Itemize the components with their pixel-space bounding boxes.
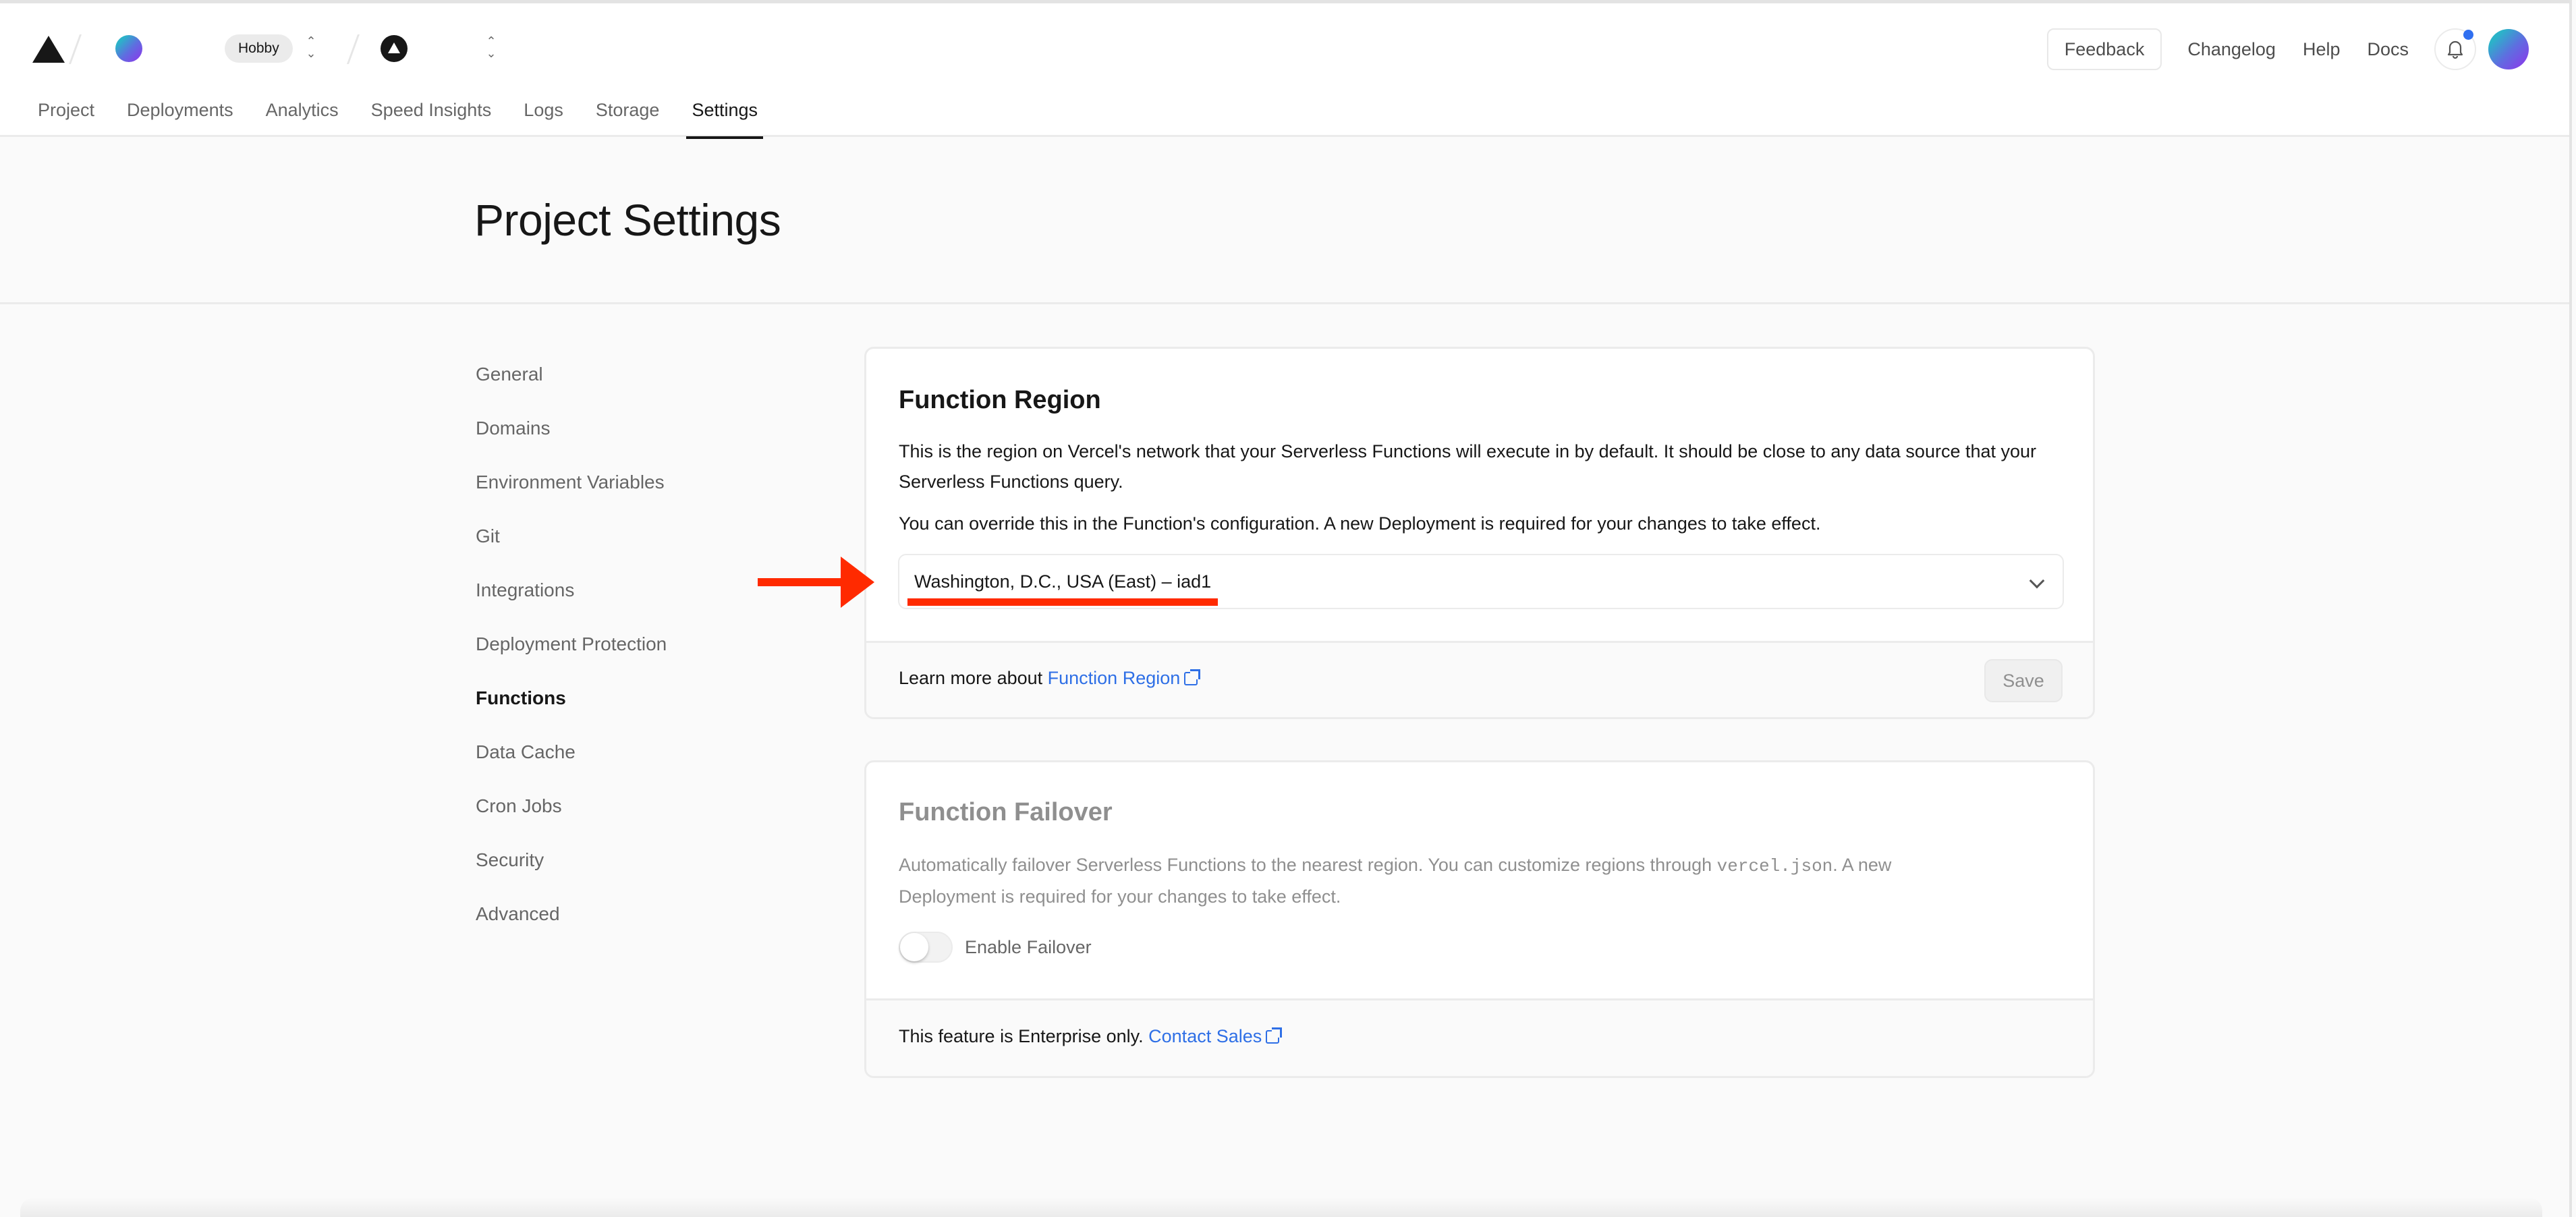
chevron-down-icon [2029, 573, 2045, 589]
tab-speed-insights[interactable]: Speed Insights [371, 92, 492, 138]
top-header: Hobby ⌃ ⌄ ⌃ ⌄ Feedback Changelog Help Docs… [0, 3, 2569, 140]
function-failover-footer: This feature is Enterprise only. Contact… [866, 998, 2093, 1076]
sidebar-item-integrations[interactable]: Integrations [476, 577, 800, 631]
external-link-icon [1266, 1027, 1283, 1044]
function-region-override-note: You can override this in the Function's … [899, 513, 1821, 534]
settings-sidebar: General Domains Environment Variables Gi… [476, 361, 800, 955]
tab-logs[interactable]: Logs [524, 92, 563, 138]
sidebar-item-general[interactable]: General [476, 361, 800, 415]
project-icon[interactable] [381, 35, 408, 62]
tab-analytics[interactable]: Analytics [266, 92, 339, 138]
team-avatar[interactable] [115, 35, 142, 62]
project-switcher-chevrons-icon[interactable]: ⌃ ⌄ [484, 35, 498, 62]
function-region-description: This is the region on Vercel's network t… [899, 441, 2037, 492]
docs-link[interactable]: Docs [2367, 39, 2409, 60]
enterprise-only-prefix: This feature is Enterprise only. [899, 1026, 1149, 1046]
contact-sales-link[interactable]: Contact Sales [1148, 1026, 1283, 1046]
vercel-json-code: vercel.json [1716, 856, 1833, 876]
sidebar-item-cron-jobs[interactable]: Cron Jobs [476, 793, 800, 847]
feedback-button[interactable]: Feedback [2046, 28, 2162, 70]
unread-indicator [2463, 30, 2473, 40]
annotation-arrow-icon [841, 557, 874, 608]
function-region-docs-link[interactable]: Function Region [1047, 668, 1201, 688]
enable-failover-toggle[interactable] [899, 932, 953, 963]
header-actions: Feedback Changelog Help Docs [2046, 28, 2529, 70]
user-avatar[interactable] [2488, 29, 2529, 69]
project-tabs: Project Deployments Analytics Speed Insi… [38, 92, 790, 140]
external-link-icon [1184, 669, 1201, 685]
enable-failover-row: Enable Failover [899, 932, 1092, 963]
failover-desc-text: Automatically failover Serverless Functi… [899, 855, 1717, 875]
save-button[interactable]: Save [1984, 659, 2063, 702]
function-failover-card: Function Failover Automatically failover… [864, 760, 2095, 1078]
page-title-band: Project Settings [0, 139, 2569, 304]
function-region-footer: Learn more about Function Region Save [866, 641, 2093, 717]
learn-more-text: Learn more about Function Region [899, 668, 1201, 689]
help-link[interactable]: Help [2303, 39, 2341, 60]
sidebar-item-advanced[interactable]: Advanced [476, 901, 800, 955]
browser-page: Hobby ⌃ ⌄ ⌃ ⌄ Feedback Changelog Help Docs… [0, 0, 2572, 1217]
enable-failover-label: Enable Failover [965, 936, 1092, 957]
plan-badge: Hobby [225, 34, 293, 63]
sidebar-item-data-cache[interactable]: Data Cache [476, 739, 800, 793]
contact-sales-label: Contact Sales [1148, 1026, 1262, 1046]
sidebar-item-domains[interactable]: Domains [476, 415, 800, 469]
tab-storage[interactable]: Storage [596, 92, 660, 138]
enterprise-only-text: This feature is Enterprise only. Contact… [899, 1026, 1283, 1047]
region-select-value: Washington, D.C., USA (East) – iad1 [914, 571, 1212, 592]
function-failover-description: Automatically failover Serverless Functi… [899, 850, 1978, 912]
toggle-knob [900, 933, 928, 961]
team-switcher-chevrons-icon[interactable]: ⌃ ⌄ [304, 35, 318, 62]
vercel-logo-icon[interactable] [32, 36, 65, 63]
function-region-link-label: Function Region [1047, 668, 1181, 688]
bottom-edge-shadow [20, 1197, 2542, 1217]
breadcrumb-separator [346, 34, 360, 64]
breadcrumb-separator [68, 34, 82, 64]
sidebar-item-environment-variables[interactable]: Environment Variables [476, 469, 800, 523]
learn-more-prefix: Learn more about [899, 668, 1048, 688]
changelog-link[interactable]: Changelog [2187, 39, 2276, 60]
bell-icon [2447, 40, 2463, 59]
tab-project[interactable]: Project [38, 92, 94, 138]
sidebar-item-security[interactable]: Security [476, 847, 800, 901]
sidebar-item-deployment-protection[interactable]: Deployment Protection [476, 631, 800, 685]
function-failover-title: Function Failover [899, 798, 1113, 826]
sidebar-item-functions[interactable]: Functions [476, 685, 800, 739]
annotation-underline [907, 598, 1218, 606]
tab-settings[interactable]: Settings [686, 92, 763, 140]
annotation-arrow-shaft [758, 578, 842, 586]
sidebar-item-git[interactable]: Git [476, 523, 800, 577]
page-title: Project Settings [474, 195, 781, 245]
tab-deployments[interactable]: Deployments [127, 92, 233, 138]
function-region-title: Function Region [899, 386, 1101, 414]
function-region-card: Function Region This is the region on Ve… [864, 347, 2095, 719]
notifications-button[interactable] [2434, 28, 2476, 70]
